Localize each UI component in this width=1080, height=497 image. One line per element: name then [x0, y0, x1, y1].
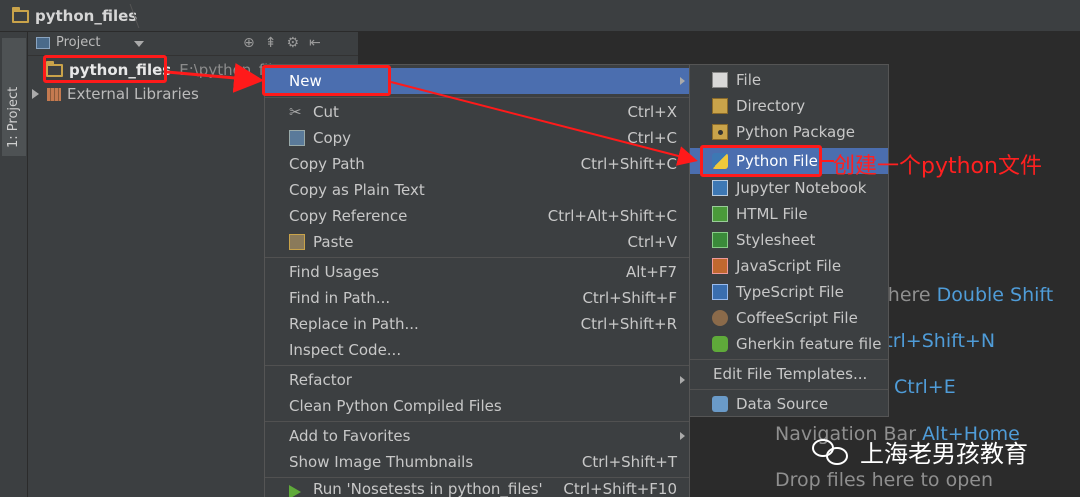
html-file-icon — [712, 206, 728, 222]
hint-go-to-file: Ctrl+Shift+N — [872, 330, 996, 352]
chevron-down-icon[interactable] — [134, 41, 144, 47]
hide-icon[interactable]: ⇤ — [309, 35, 321, 51]
css-file-icon — [712, 232, 728, 248]
annotation-box-root — [43, 55, 167, 83]
submenu-arrow-icon — [680, 77, 685, 85]
submenu-arrow-icon — [680, 432, 685, 440]
paste-icon — [289, 234, 305, 250]
database-icon — [712, 396, 728, 412]
menu-item-copy-plain-text[interactable]: Copy as Plain Text — [265, 177, 689, 203]
jupyter-icon — [712, 180, 728, 196]
annotation-box-new — [262, 65, 391, 96]
submenu-item-file[interactable]: File — [690, 67, 888, 93]
gherkin-icon — [712, 336, 728, 352]
navigation-bar: python_files — [0, 0, 1080, 32]
gear-icon[interactable]: ⚙ — [286, 35, 299, 51]
coffee-file-icon — [712, 310, 728, 326]
collapse-icon[interactable]: ⇞ — [265, 35, 277, 51]
watermark-text: 上海老男孩教育 — [860, 440, 1028, 468]
expand-arrow-icon[interactable] — [32, 89, 39, 99]
menu-item-copy[interactable]: Copy Ctrl+C — [265, 125, 689, 151]
menu-item-add-favorites[interactable]: Add to Favorites — [265, 423, 689, 449]
menu-item-copy-path[interactable]: Copy Path Ctrl+Shift+C — [265, 151, 689, 177]
menu-separator — [265, 257, 689, 258]
new-submenu: File Directory Python Package Python Fil… — [689, 64, 889, 417]
menu-item-clean-compiled[interactable]: Clean Python Compiled Files — [265, 393, 689, 419]
file-icon — [712, 72, 728, 88]
menu-item-find-usages[interactable]: Find Usages Alt+F7 — [265, 259, 689, 285]
submenu-item-python-package[interactable]: Python Package — [690, 119, 888, 145]
menu-separator — [265, 477, 689, 478]
tool-tab-project[interactable]: 1: Project — [2, 38, 26, 156]
wechat-icon — [812, 437, 852, 467]
crosshair-icon[interactable]: ⊕ — [243, 35, 255, 51]
submenu-item-stylesheet[interactable]: Stylesheet — [690, 227, 888, 253]
project-panel-header: Project ⊕ ⇞ ⚙ ⇤ — [28, 32, 358, 56]
menu-item-replace-in-path[interactable]: Replace in Path... Ctrl+Shift+R — [265, 311, 689, 337]
tool-tab-label: 1: Project — [6, 86, 21, 148]
submenu-item-javascript-file[interactable]: JavaScript File — [690, 253, 888, 279]
menu-separator — [690, 389, 888, 390]
copy-icon — [289, 130, 305, 146]
menu-item-refactor[interactable]: Refactor — [265, 367, 689, 393]
context-menu: New ✂ Cut Ctrl+X Copy Ctrl+C Copy Path C… — [264, 64, 690, 497]
panel-toolbar: ⊕ ⇞ ⚙ ⇤ — [243, 35, 321, 51]
menu-item-show-thumbnails[interactable]: Show Image Thumbnails Ctrl+Shift+T — [265, 449, 689, 475]
submenu-item-directory[interactable]: Directory — [690, 93, 888, 119]
project-view-selector[interactable]: Project — [36, 35, 100, 50]
menu-item-find-in-path[interactable]: Find in Path... Ctrl+Shift+F — [265, 285, 689, 311]
project-panel-title: Project — [56, 35, 101, 50]
submenu-item-html-file[interactable]: HTML File — [690, 201, 888, 227]
tree-item-label: External Libraries — [67, 85, 199, 103]
js-file-icon — [712, 258, 728, 274]
annotation-box-python-file — [700, 145, 822, 177]
library-icon — [47, 87, 61, 101]
hint-search-everywhere: ywhere Double Shift — [861, 284, 1054, 306]
hint-drop-files: Drop files here to open — [775, 469, 994, 491]
menu-separator — [690, 359, 888, 360]
project-icon — [36, 36, 50, 49]
tool-window-strip: 1: Project — [0, 32, 28, 497]
menu-item-inspect-code[interactable]: Inspect Code... — [265, 337, 689, 363]
submenu-item-gherkin-feature[interactable]: Gherkin feature file — [690, 331, 888, 357]
submenu-item-edit-templates[interactable]: Edit File Templates... — [690, 361, 888, 387]
submenu-item-data-source[interactable]: Data Source — [690, 391, 888, 417]
menu-item-cut[interactable]: ✂ Cut Ctrl+X — [265, 99, 689, 125]
breadcrumb[interactable]: python_files — [12, 6, 137, 25]
menu-item-paste[interactable]: Paste Ctrl+V — [265, 229, 689, 255]
scissors-icon: ✂ — [289, 103, 302, 121]
watermark: 上海老男孩教育 — [812, 434, 1028, 469]
menu-separator — [265, 97, 689, 98]
folder-icon — [12, 6, 29, 23]
run-icon — [289, 485, 301, 497]
annotation-label: 创建一个python文件 — [833, 154, 1042, 179]
submenu-item-typescript-file[interactable]: TypeScript File — [690, 279, 888, 305]
menu-item-copy-reference[interactable]: Copy Reference Ctrl+Alt+Shift+C — [265, 203, 689, 229]
submenu-item-coffeescript-file[interactable]: CoffeeScript File — [690, 305, 888, 331]
folder-icon — [712, 98, 728, 114]
tree-item-external-libraries[interactable]: External Libraries — [32, 82, 199, 106]
menu-item-run-nosetests[interactable]: Run 'Nosetests in python_files' Ctrl+Shi… — [265, 479, 689, 497]
ts-file-icon — [712, 284, 728, 300]
menu-separator — [265, 421, 689, 422]
submenu-arrow-icon — [680, 376, 685, 384]
package-icon — [712, 124, 728, 140]
hint-recent-files: Ctrl+E — [894, 376, 956, 398]
menu-separator — [265, 365, 689, 366]
